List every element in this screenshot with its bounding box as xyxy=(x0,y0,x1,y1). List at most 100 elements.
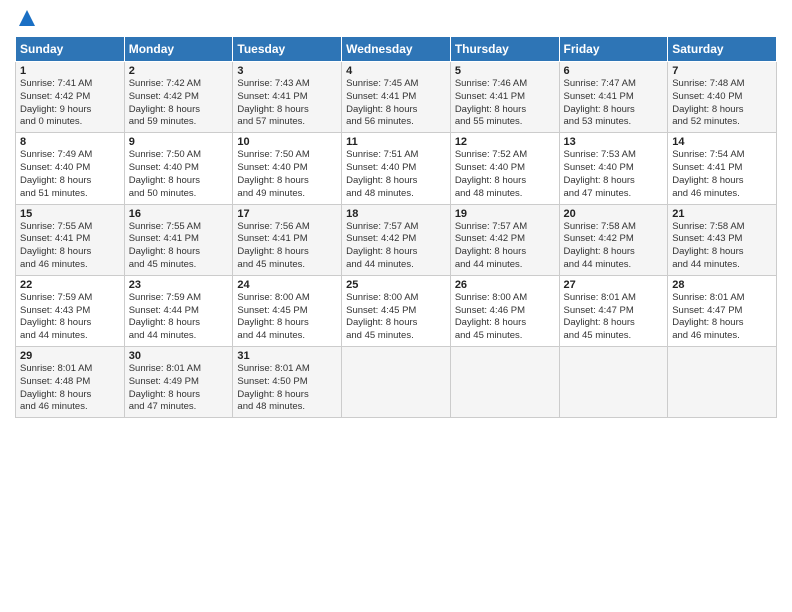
day-info: Sunrise: 8:01 AMSunset: 4:47 PMDaylight:… xyxy=(564,292,664,343)
day-info: Sunrise: 7:43 AMSunset: 4:41 PMDaylight:… xyxy=(237,78,337,129)
day-number: 15 xyxy=(20,208,120,220)
day-info: Sunrise: 7:47 AMSunset: 4:41 PMDaylight:… xyxy=(564,78,664,129)
calendar-cell: 30Sunrise: 8:01 AMSunset: 4:49 PMDayligh… xyxy=(124,347,233,418)
day-info: Sunrise: 7:59 AMSunset: 4:44 PMDaylight:… xyxy=(129,292,229,343)
day-number: 6 xyxy=(564,65,664,77)
day-info: Sunrise: 8:01 AMSunset: 4:47 PMDaylight:… xyxy=(672,292,772,343)
day-number: 31 xyxy=(237,350,337,362)
calendar-cell: 31Sunrise: 8:01 AMSunset: 4:50 PMDayligh… xyxy=(233,347,342,418)
day-number: 7 xyxy=(672,65,772,77)
calendar-cell: 16Sunrise: 7:55 AMSunset: 4:41 PMDayligh… xyxy=(124,204,233,275)
day-info: Sunrise: 7:53 AMSunset: 4:40 PMDaylight:… xyxy=(564,149,664,200)
day-info: Sunrise: 7:56 AMSunset: 4:41 PMDaylight:… xyxy=(237,221,337,272)
calendar-cell xyxy=(450,347,559,418)
day-number: 27 xyxy=(564,279,664,291)
calendar-cell: 7Sunrise: 7:48 AMSunset: 4:40 PMDaylight… xyxy=(668,62,777,133)
calendar-cell: 29Sunrise: 8:01 AMSunset: 4:48 PMDayligh… xyxy=(16,347,125,418)
calendar-cell: 26Sunrise: 8:00 AMSunset: 4:46 PMDayligh… xyxy=(450,275,559,346)
day-number: 22 xyxy=(20,279,120,291)
day-info: Sunrise: 7:49 AMSunset: 4:40 PMDaylight:… xyxy=(20,149,120,200)
day-number: 29 xyxy=(20,350,120,362)
day-header-monday: Monday xyxy=(124,37,233,62)
calendar-cell xyxy=(342,347,451,418)
day-number: 18 xyxy=(346,208,446,220)
day-number: 13 xyxy=(564,136,664,148)
logo xyxy=(15,10,37,28)
day-number: 2 xyxy=(129,65,229,77)
calendar-cell: 12Sunrise: 7:52 AMSunset: 4:40 PMDayligh… xyxy=(450,133,559,204)
day-number: 1 xyxy=(20,65,120,77)
day-number: 24 xyxy=(237,279,337,291)
day-info: Sunrise: 8:00 AMSunset: 4:45 PMDaylight:… xyxy=(237,292,337,343)
calendar-cell: 13Sunrise: 7:53 AMSunset: 4:40 PMDayligh… xyxy=(559,133,668,204)
calendar-cell: 3Sunrise: 7:43 AMSunset: 4:41 PMDaylight… xyxy=(233,62,342,133)
day-info: Sunrise: 8:01 AMSunset: 4:48 PMDaylight:… xyxy=(20,363,120,414)
day-info: Sunrise: 7:55 AMSunset: 4:41 PMDaylight:… xyxy=(129,221,229,272)
calendar-cell xyxy=(668,347,777,418)
calendar-cell: 4Sunrise: 7:45 AMSunset: 4:41 PMDaylight… xyxy=(342,62,451,133)
day-header-tuesday: Tuesday xyxy=(233,37,342,62)
calendar-cell: 11Sunrise: 7:51 AMSunset: 4:40 PMDayligh… xyxy=(342,133,451,204)
day-number: 4 xyxy=(346,65,446,77)
calendar-cell: 20Sunrise: 7:58 AMSunset: 4:42 PMDayligh… xyxy=(559,204,668,275)
day-number: 10 xyxy=(237,136,337,148)
day-number: 25 xyxy=(346,279,446,291)
calendar-cell: 23Sunrise: 7:59 AMSunset: 4:44 PMDayligh… xyxy=(124,275,233,346)
calendar-cell: 8Sunrise: 7:49 AMSunset: 4:40 PMDaylight… xyxy=(16,133,125,204)
calendar-cell: 22Sunrise: 7:59 AMSunset: 4:43 PMDayligh… xyxy=(16,275,125,346)
day-header-saturday: Saturday xyxy=(668,37,777,62)
day-info: Sunrise: 7:55 AMSunset: 4:41 PMDaylight:… xyxy=(20,221,120,272)
day-number: 5 xyxy=(455,65,555,77)
logo-icon xyxy=(17,8,37,28)
day-number: 8 xyxy=(20,136,120,148)
calendar-week-3: 15Sunrise: 7:55 AMSunset: 4:41 PMDayligh… xyxy=(16,204,777,275)
day-info: Sunrise: 7:57 AMSunset: 4:42 PMDaylight:… xyxy=(455,221,555,272)
calendar-cell: 27Sunrise: 8:01 AMSunset: 4:47 PMDayligh… xyxy=(559,275,668,346)
day-info: Sunrise: 7:50 AMSunset: 4:40 PMDaylight:… xyxy=(237,149,337,200)
calendar-header-row: SundayMondayTuesdayWednesdayThursdayFrid… xyxy=(16,37,777,62)
day-info: Sunrise: 8:01 AMSunset: 4:49 PMDaylight:… xyxy=(129,363,229,414)
day-number: 11 xyxy=(346,136,446,148)
day-info: Sunrise: 7:54 AMSunset: 4:41 PMDaylight:… xyxy=(672,149,772,200)
day-info: Sunrise: 8:01 AMSunset: 4:50 PMDaylight:… xyxy=(237,363,337,414)
day-info: Sunrise: 7:51 AMSunset: 4:40 PMDaylight:… xyxy=(346,149,446,200)
day-header-friday: Friday xyxy=(559,37,668,62)
calendar-cell: 9Sunrise: 7:50 AMSunset: 4:40 PMDaylight… xyxy=(124,133,233,204)
day-info: Sunrise: 7:45 AMSunset: 4:41 PMDaylight:… xyxy=(346,78,446,129)
day-info: Sunrise: 7:41 AMSunset: 4:42 PMDaylight:… xyxy=(20,78,120,129)
calendar-cell: 19Sunrise: 7:57 AMSunset: 4:42 PMDayligh… xyxy=(450,204,559,275)
calendar-cell: 18Sunrise: 7:57 AMSunset: 4:42 PMDayligh… xyxy=(342,204,451,275)
day-number: 9 xyxy=(129,136,229,148)
day-info: Sunrise: 7:57 AMSunset: 4:42 PMDaylight:… xyxy=(346,221,446,272)
day-number: 21 xyxy=(672,208,772,220)
day-number: 16 xyxy=(129,208,229,220)
day-info: Sunrise: 7:58 AMSunset: 4:43 PMDaylight:… xyxy=(672,221,772,272)
calendar-cell: 24Sunrise: 8:00 AMSunset: 4:45 PMDayligh… xyxy=(233,275,342,346)
calendar-page: SundayMondayTuesdayWednesdayThursdayFrid… xyxy=(0,0,792,612)
calendar-table: SundayMondayTuesdayWednesdayThursdayFrid… xyxy=(15,36,777,418)
day-number: 23 xyxy=(129,279,229,291)
day-number: 20 xyxy=(564,208,664,220)
calendar-cell: 28Sunrise: 8:01 AMSunset: 4:47 PMDayligh… xyxy=(668,275,777,346)
calendar-week-5: 29Sunrise: 8:01 AMSunset: 4:48 PMDayligh… xyxy=(16,347,777,418)
day-header-wednesday: Wednesday xyxy=(342,37,451,62)
calendar-week-1: 1Sunrise: 7:41 AMSunset: 4:42 PMDaylight… xyxy=(16,62,777,133)
day-info: Sunrise: 7:58 AMSunset: 4:42 PMDaylight:… xyxy=(564,221,664,272)
calendar-week-4: 22Sunrise: 7:59 AMSunset: 4:43 PMDayligh… xyxy=(16,275,777,346)
header xyxy=(15,10,777,28)
day-info: Sunrise: 7:42 AMSunset: 4:42 PMDaylight:… xyxy=(129,78,229,129)
calendar-cell: 10Sunrise: 7:50 AMSunset: 4:40 PMDayligh… xyxy=(233,133,342,204)
calendar-cell xyxy=(559,347,668,418)
calendar-cell: 2Sunrise: 7:42 AMSunset: 4:42 PMDaylight… xyxy=(124,62,233,133)
calendar-cell: 15Sunrise: 7:55 AMSunset: 4:41 PMDayligh… xyxy=(16,204,125,275)
day-info: Sunrise: 7:52 AMSunset: 4:40 PMDaylight:… xyxy=(455,149,555,200)
day-number: 17 xyxy=(237,208,337,220)
day-number: 30 xyxy=(129,350,229,362)
calendar-cell: 6Sunrise: 7:47 AMSunset: 4:41 PMDaylight… xyxy=(559,62,668,133)
calendar-cell: 1Sunrise: 7:41 AMSunset: 4:42 PMDaylight… xyxy=(16,62,125,133)
day-number: 14 xyxy=(672,136,772,148)
calendar-week-2: 8Sunrise: 7:49 AMSunset: 4:40 PMDaylight… xyxy=(16,133,777,204)
day-info: Sunrise: 7:50 AMSunset: 4:40 PMDaylight:… xyxy=(129,149,229,200)
day-number: 3 xyxy=(237,65,337,77)
day-info: Sunrise: 8:00 AMSunset: 4:46 PMDaylight:… xyxy=(455,292,555,343)
